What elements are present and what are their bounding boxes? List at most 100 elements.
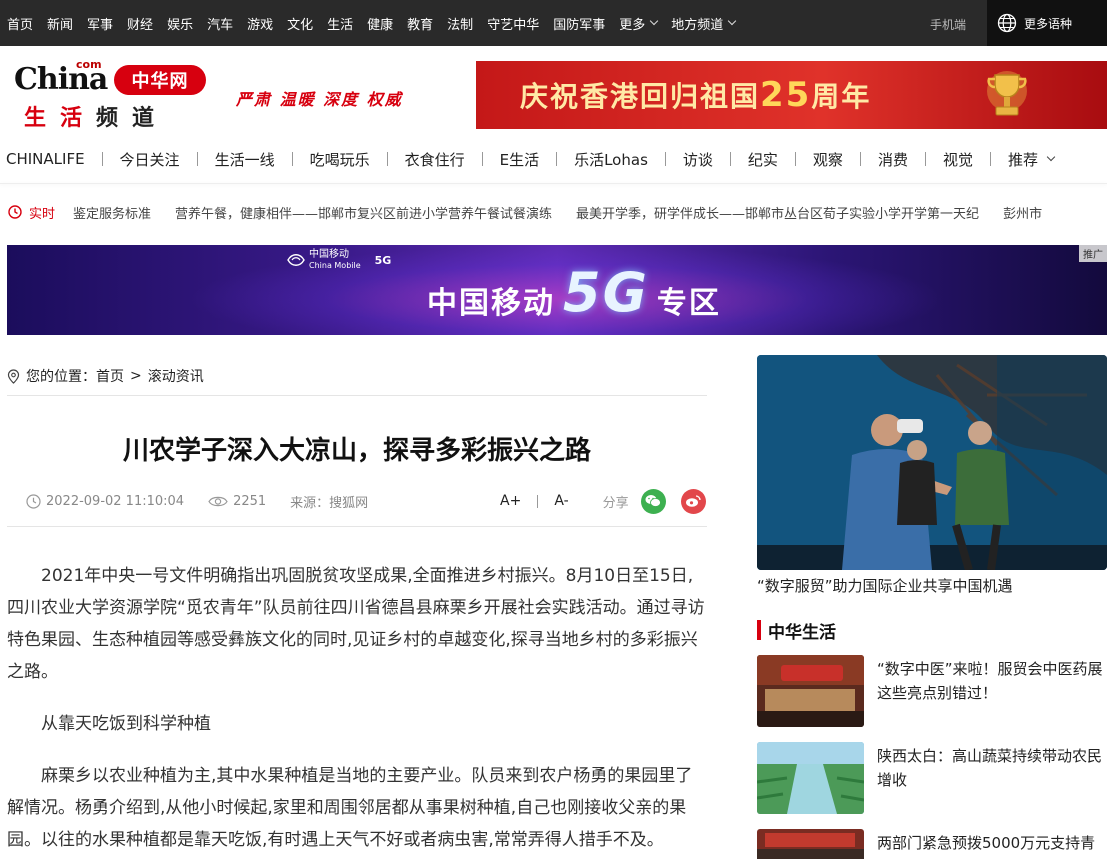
site-logo[interactable]: China com 中华网 生活频道 [14, 58, 214, 131]
ticker-item[interactable]: 营养午餐，健康相伴——邯郸市复兴区前进小学营养午餐试餐演练 [175, 203, 552, 222]
channel-divider [859, 152, 861, 166]
font-increase-button[interactable]: A+ [500, 493, 521, 509]
channel-visual[interactable]: 视觉 [943, 149, 973, 170]
drought-relief-photo [757, 829, 864, 859]
topnav-defense[interactable]: 国防军事 [553, 14, 605, 33]
logo-com-text: com [76, 58, 102, 71]
ad-title-pre: 中国移动 [427, 285, 555, 321]
breadcrumb-current[interactable]: 滚动资讯 [148, 366, 204, 386]
tcm-expo-photo [757, 655, 864, 727]
topnav-games[interactable]: 游戏 [247, 14, 273, 33]
banner-text-pre: 庆祝香港回归祖国 [520, 80, 761, 113]
channel-divider [556, 152, 558, 166]
channel-today-focus[interactable]: 今日关注 [120, 149, 180, 170]
breadcrumb-label: 您的位置： [26, 369, 96, 385]
ad-brand-cn: 中国移动 [309, 249, 349, 260]
topnav-health[interactable]: 健康 [367, 14, 393, 33]
channel-food-fun[interactable]: 吃喝玩乐 [310, 149, 370, 170]
topnav-heritage[interactable]: 守艺中华 [487, 14, 539, 33]
channel-divider [989, 152, 991, 166]
share-weibo-button[interactable] [680, 488, 706, 514]
topnav-culture[interactable]: 文化 [287, 14, 313, 33]
tool-divider [537, 494, 539, 508]
article-paragraph: 麻栗乡以农业种植为主,其中水果种植是当地的主要产业。队员来到农户杨勇的果园里了解… [7, 766, 693, 850]
sidebar-news-item[interactable]: “数字中医”来啦！服贸会中医药展这些亮点别错过！ [757, 655, 1107, 727]
channel-chinalife[interactable]: CHINALIFE [6, 150, 85, 168]
chevron-down-icon [728, 16, 737, 26]
share-wechat-button[interactable] [640, 488, 666, 514]
ticker-item[interactable]: 彭州市 [1003, 203, 1042, 222]
topnav-law[interactable]: 法制 [447, 14, 473, 33]
topnav-more[interactable]: 更多 [619, 14, 659, 33]
article-paragraph: 2021年中央一号文件明确指出巩固脱贫攻坚成果,全面推进乡村振兴。8月10日至1… [7, 566, 705, 682]
article-time-text: 2022-09-02 11:10:04 [46, 493, 185, 509]
channel-divider [386, 152, 388, 166]
article-source: 来源：搜狐网 [290, 495, 369, 511]
topnav-life[interactable]: 生活 [327, 14, 353, 33]
channel-observation[interactable]: 观察 [813, 149, 843, 170]
ad-title-post: 专区 [656, 285, 721, 321]
topnav-entertainment[interactable]: 娱乐 [167, 14, 193, 33]
channel-interview[interactable]: 访谈 [683, 149, 713, 170]
article-views: 2251 [208, 494, 266, 509]
topnav-military[interactable]: 军事 [87, 14, 113, 33]
china-mobile-5g-ad[interactable]: 中国移动 China Mobile 5G 中国移动 5G 专区 推广 [7, 245, 1107, 335]
channel-divider [924, 152, 926, 166]
channel-e-life[interactable]: E生活 [500, 149, 539, 170]
ad-tag: 推广 [1079, 245, 1107, 262]
channel-life-frontline[interactable]: 生活一线 [215, 149, 275, 170]
mobile-link[interactable]: 手机端 [930, 16, 966, 33]
sidebar-hero-caption[interactable]: “数字服贸”助力国际企业共享中国机遇 [757, 575, 1107, 596]
vr-expo-photo [757, 355, 1107, 570]
topnav-education[interactable]: 教育 [407, 14, 433, 33]
topnav-home[interactable]: 首页 [7, 14, 33, 33]
channel-documentary[interactable]: 纪实 [748, 149, 778, 170]
ticker-label-text: 实时 [29, 206, 56, 222]
topnav-local[interactable]: 地方频道 [671, 14, 737, 33]
logo-sub-char: 活 [60, 106, 97, 131]
ad-title-big: 5G [563, 261, 649, 324]
news-title: 两部门紧急预拨5000万元支持青海四川等地抗旱救灾 [877, 834, 1096, 859]
ticker-item[interactable]: 最美开学季，研学伴成长——邯郸市丛台区荀子实验小学开学第一天纪 [576, 203, 979, 222]
article-title: 川农学子深入大凉山，探寻多彩振兴之路 [122, 436, 591, 466]
font-decrease-button[interactable]: A- [554, 493, 568, 509]
globe-icon [997, 13, 1017, 33]
channel-consumption[interactable]: 消费 [878, 149, 908, 170]
news-title: 陕西太白：高山蔬菜持续带动农民增收 [877, 747, 1103, 789]
channel-lohas[interactable]: 乐活Lohas [574, 149, 648, 170]
anniversary-banner[interactable]: 庆祝香港回归祖国25周年 [476, 61, 1107, 129]
sidebar-section-title: 中华生活 [757, 620, 836, 643]
topnav-auto[interactable]: 汽车 [207, 14, 233, 33]
slogan: 严肃 温暖 深度 权威 [236, 90, 403, 109]
sidebar-news-item[interactable]: 陕西太白：高山蔬菜持续带动农民增收 [757, 742, 1107, 814]
channel-divider [664, 152, 666, 166]
channel-divider [196, 152, 198, 166]
sidebar-news-item[interactable]: 两部门紧急预拨5000万元支持青海四川等地抗旱救灾 [757, 829, 1107, 859]
channel-recommend[interactable]: 推荐 [1008, 149, 1056, 170]
channel-divider [291, 152, 293, 166]
wechat-icon [645, 495, 662, 507]
channel-divider [101, 152, 103, 166]
logo-sub-char: 道 [132, 106, 169, 131]
china-mobile-logo-icon [287, 254, 305, 266]
section-marker [757, 620, 761, 640]
ticker-item[interactable]: 鉴定服务标准 [73, 203, 151, 222]
ad-title: 中国移动 5G 专区 [427, 261, 721, 324]
sidebar-hero-image[interactable] [757, 355, 1107, 570]
logo-sub-char: 频 [96, 106, 133, 131]
topnav-finance[interactable]: 财经 [127, 14, 153, 33]
topnav-news[interactable]: 新闻 [47, 14, 73, 33]
article-meta: 2022-09-02 11:10:04 2251 来源：搜狐网 [26, 490, 392, 512]
meta-divider [7, 526, 707, 527]
topnav-more-label: 更多 [619, 17, 646, 33]
ad-5g-mark: 5G [374, 253, 392, 267]
article-time: 2022-09-02 11:10:04 [26, 494, 184, 509]
language-button[interactable]: 更多语种 [987, 0, 1107, 46]
channel-daily-living[interactable]: 衣食住行 [405, 149, 465, 170]
top-nav: 首页 新闻 军事 财经 娱乐 汽车 游戏 文化 生活 健康 教育 法制 守艺中华… [0, 0, 749, 46]
channel-divider [794, 152, 796, 166]
chevron-down-icon [649, 16, 659, 26]
breadcrumb-home[interactable]: 首页 [96, 366, 124, 386]
trophy-icon [987, 71, 1027, 116]
banner-text: 庆祝香港回归祖国25周年 [520, 75, 871, 115]
